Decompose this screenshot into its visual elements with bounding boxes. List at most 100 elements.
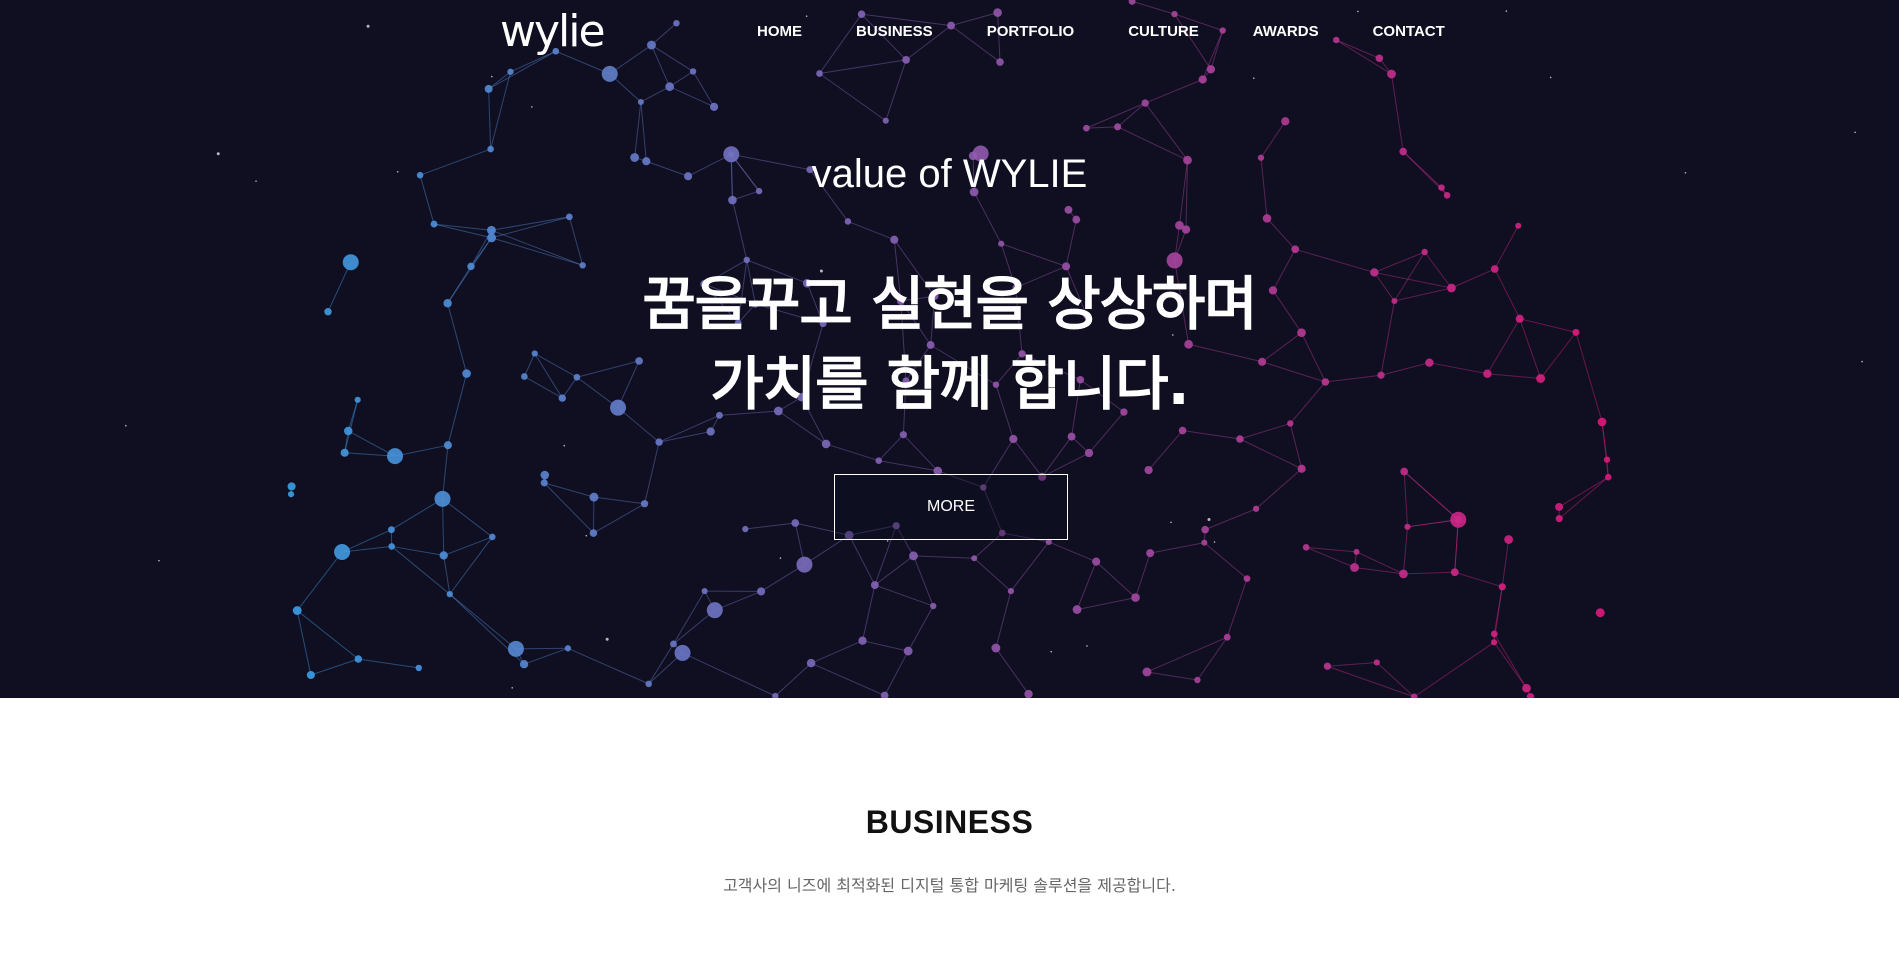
network-line bbox=[1095, 561, 1136, 598]
network-node bbox=[806, 658, 816, 668]
network-line bbox=[648, 643, 674, 685]
network-node bbox=[589, 529, 598, 537]
network-line bbox=[640, 86, 670, 103]
network-node bbox=[1603, 456, 1611, 463]
network-node bbox=[1144, 465, 1153, 475]
network-node bbox=[519, 660, 529, 669]
network-line bbox=[874, 584, 934, 607]
network-node bbox=[540, 470, 550, 480]
network-node bbox=[706, 602, 723, 619]
network-line bbox=[658, 431, 711, 443]
network-line bbox=[825, 443, 879, 462]
nav-awards[interactable]: AWARDS bbox=[1253, 23, 1319, 40]
network-node bbox=[858, 636, 867, 645]
network-node bbox=[743, 256, 751, 264]
network-line bbox=[443, 555, 451, 595]
network-line bbox=[1065, 219, 1077, 267]
network-node bbox=[689, 68, 697, 75]
network-line bbox=[1148, 430, 1183, 471]
network-line bbox=[1403, 471, 1408, 527]
network-node bbox=[1243, 575, 1251, 582]
network-line bbox=[874, 555, 914, 586]
business-subtitle: 고객사의 니즈에 최적화된 디지털 통합 마케팅 솔루션을 제공합니다. bbox=[723, 876, 1176, 895]
top-navigation: wylie HOME BUSINESS PORTFOLIO CULTURE AW… bbox=[0, 0, 1899, 64]
network-node bbox=[484, 84, 493, 93]
network-node bbox=[670, 640, 677, 648]
network-line bbox=[1076, 597, 1136, 611]
network-line bbox=[1306, 546, 1357, 553]
star-dot bbox=[1207, 518, 1211, 522]
network-node bbox=[487, 233, 497, 243]
nav-culture[interactable]: CULTURE bbox=[1128, 23, 1199, 40]
network-line bbox=[819, 73, 887, 122]
network-node bbox=[1194, 676, 1201, 684]
network-node bbox=[1450, 568, 1459, 577]
network-node bbox=[909, 551, 918, 561]
network-node bbox=[1236, 435, 1244, 443]
network-node bbox=[1175, 220, 1184, 230]
network-node bbox=[387, 526, 395, 534]
network-line bbox=[593, 503, 645, 534]
network-line bbox=[907, 605, 934, 652]
network-node bbox=[1083, 124, 1090, 132]
network-line bbox=[1001, 243, 1067, 267]
nav-contact[interactable]: CONTACT bbox=[1373, 23, 1445, 40]
network-line bbox=[1493, 586, 1503, 634]
network-node bbox=[655, 438, 663, 446]
network-line bbox=[394, 444, 449, 457]
network-node bbox=[1399, 569, 1408, 579]
network-node bbox=[1142, 667, 1152, 677]
nav-business[interactable]: BUSINESS bbox=[856, 23, 933, 40]
network-line bbox=[1048, 541, 1097, 563]
network-node bbox=[903, 646, 913, 656]
network-node bbox=[1404, 523, 1411, 530]
network-node bbox=[354, 655, 363, 663]
network-line bbox=[1255, 468, 1302, 510]
network-line bbox=[1501, 539, 1510, 587]
network-node bbox=[1498, 583, 1506, 591]
hero-section: wylie HOME BUSINESS PORTFOLIO CULTURE AW… bbox=[0, 0, 1899, 698]
network-node bbox=[709, 102, 719, 111]
network-node bbox=[1223, 633, 1231, 641]
network-line bbox=[848, 535, 876, 586]
star-dot bbox=[511, 687, 514, 689]
star-dot bbox=[125, 424, 127, 427]
star-dot bbox=[531, 106, 533, 108]
network-node bbox=[640, 500, 649, 508]
network-node bbox=[287, 491, 295, 498]
network-node bbox=[706, 427, 715, 436]
nav-home[interactable]: HOME bbox=[757, 23, 802, 40]
network-line bbox=[862, 640, 909, 652]
network-node bbox=[489, 533, 496, 541]
more-button[interactable]: MORE bbox=[834, 474, 1068, 540]
hero-tagline: value of WYLIE bbox=[811, 152, 1088, 196]
network-node bbox=[991, 643, 1001, 653]
network-node bbox=[1291, 245, 1300, 254]
network-line bbox=[1266, 217, 1296, 250]
star-dot bbox=[1854, 131, 1856, 134]
network-line bbox=[1239, 422, 1291, 440]
network-line bbox=[1117, 102, 1146, 128]
network-line bbox=[682, 652, 776, 697]
wylie-logo[interactable]: wylie bbox=[500, 6, 606, 58]
network-line bbox=[1135, 552, 1151, 598]
star-dot bbox=[605, 637, 609, 641]
network-node bbox=[674, 644, 691, 661]
network-line bbox=[1391, 73, 1404, 152]
network-node bbox=[1024, 689, 1033, 698]
network-node bbox=[821, 439, 831, 449]
network-line bbox=[1076, 561, 1097, 610]
network-line bbox=[1403, 571, 1455, 575]
network-line bbox=[391, 498, 443, 531]
network-node bbox=[1504, 535, 1513, 544]
network-node bbox=[589, 492, 599, 502]
network-node bbox=[1131, 593, 1140, 602]
network-line bbox=[593, 496, 645, 505]
network-line bbox=[442, 498, 493, 538]
network-node bbox=[507, 640, 524, 657]
star-dot bbox=[1549, 76, 1552, 79]
nav-portfolio[interactable]: PORTFOLIO bbox=[987, 23, 1075, 40]
network-line bbox=[1494, 225, 1519, 270]
network-line bbox=[1145, 79, 1203, 104]
network-node bbox=[1555, 515, 1563, 523]
